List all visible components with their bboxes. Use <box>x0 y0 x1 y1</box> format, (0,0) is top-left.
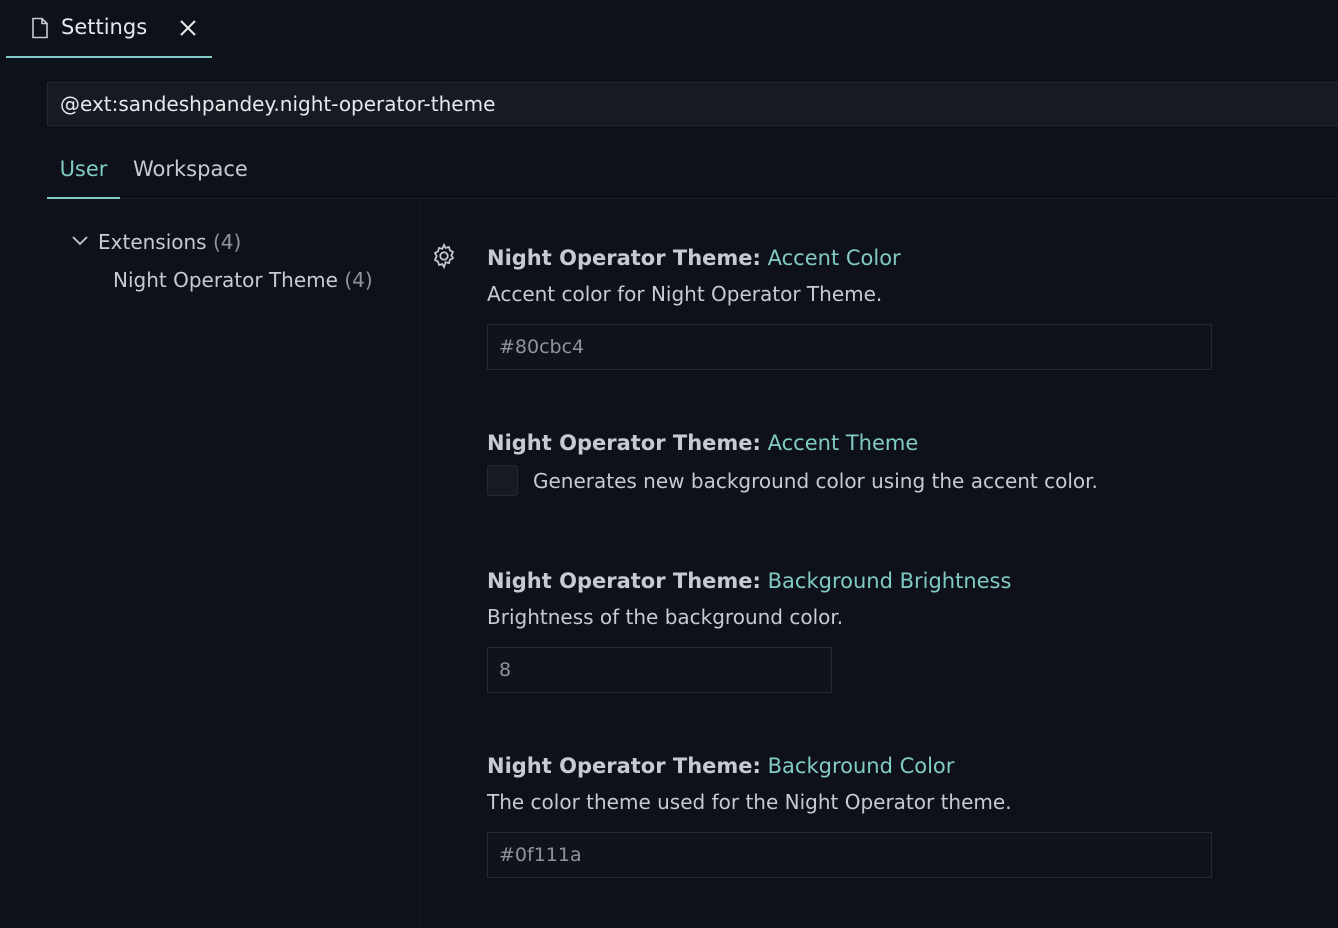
accent-color-input[interactable] <box>487 324 1212 370</box>
setting-name: Accent Theme <box>767 431 919 455</box>
close-icon <box>180 20 196 36</box>
toc-item-night-operator-theme[interactable]: Night Operator Theme (4) <box>113 268 373 292</box>
setting-title: Night Operator Theme: Accent Color <box>487 246 1212 270</box>
setting-background-color: Night Operator Theme: Background Color T… <box>487 754 1212 878</box>
toc-item-label: Extensions <box>98 230 207 254</box>
setting-category: Night Operator Theme: <box>487 246 761 270</box>
accent-theme-checkbox[interactable] <box>487 465 518 496</box>
setting-accent-theme: Night Operator Theme: Accent Theme Gener… <box>487 431 1098 496</box>
setting-title: Night Operator Theme: Background Color <box>487 754 1212 778</box>
setting-description: The color theme used for the Night Opera… <box>487 790 1012 814</box>
search-settings-input[interactable] <box>47 82 1338 126</box>
toc-item-count: (4) <box>212 230 242 254</box>
checkbox-row: Generates new background color using the… <box>487 465 1098 496</box>
tab-workspace[interactable]: Workspace <box>133 157 248 199</box>
setting-title: Night Operator Theme: Accent Theme <box>487 431 1098 455</box>
setting-category: Night Operator Theme: <box>487 431 761 455</box>
settings-toc: Extensions (4) Night Operator Theme (4) <box>0 200 421 928</box>
tab-bar: Settings <box>0 0 1338 58</box>
tab-user[interactable]: User <box>47 157 120 199</box>
tab-settings[interactable]: Settings <box>6 0 212 58</box>
close-tab-button[interactable] <box>174 14 202 42</box>
setting-name: Background Color <box>767 754 955 778</box>
background-color-input[interactable] <box>487 832 1212 878</box>
setting-accent-color: Night Operator Theme: Accent Color Accen… <box>487 246 1212 370</box>
setting-category: Night Operator Theme: <box>487 569 761 593</box>
scope-tabs: User Workspace <box>47 150 1338 199</box>
file-icon <box>32 17 48 39</box>
toc-item-extensions[interactable]: Extensions (4) <box>70 230 241 254</box>
toc-item-count: (4) <box>344 268 373 292</box>
setting-description: Generates new background color using the… <box>533 468 1098 493</box>
setting-name: Background Brightness <box>767 569 1012 593</box>
setting-description: Brightness of the background color. <box>487 605 844 629</box>
setting-title: Night Operator Theme: Background Brightn… <box>487 569 1011 593</box>
tab-label: Settings <box>61 15 148 39</box>
chevron-down-icon <box>72 236 88 246</box>
background-brightness-input[interactable] <box>487 647 832 693</box>
setting-background-brightness: Night Operator Theme: Background Brightn… <box>487 569 1011 693</box>
toc-item-label: Night Operator Theme <box>113 268 338 292</box>
setting-category: Night Operator Theme: <box>487 754 761 778</box>
setting-description: Accent color for Night Operator Theme. <box>487 282 883 306</box>
gear-icon[interactable] <box>430 242 458 270</box>
setting-name: Accent Color <box>767 246 901 270</box>
